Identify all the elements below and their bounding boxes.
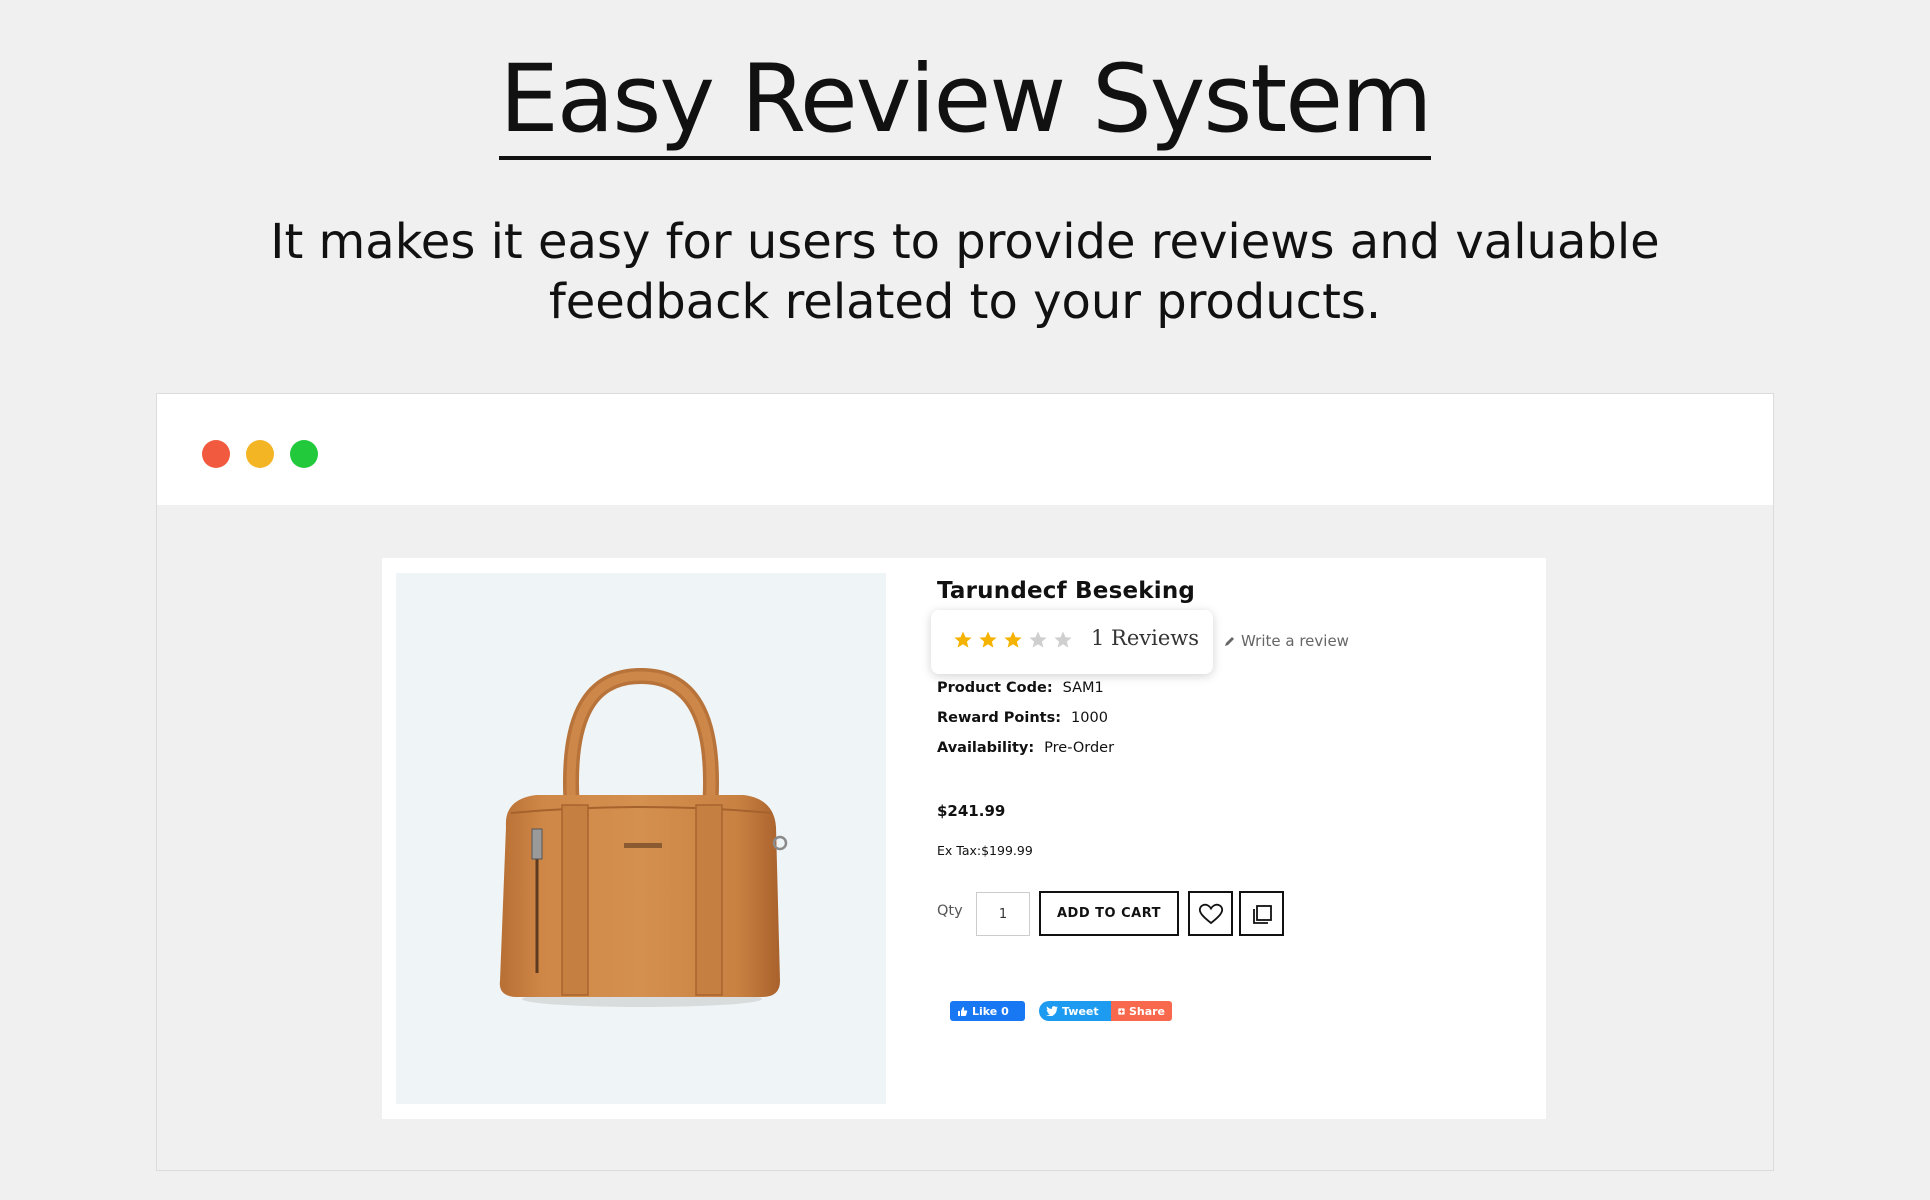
window-maximize-button[interactable] — [290, 440, 318, 468]
thumbs-up-icon — [958, 1006, 968, 1016]
window-close-button[interactable] — [202, 440, 230, 468]
hero-subtitle: It makes it easy for users to provide re… — [0, 212, 1930, 332]
spec-label: Product Code: — [937, 680, 1053, 696]
product-image[interactable] — [396, 573, 886, 1104]
heart-icon — [1198, 903, 1223, 924]
hero-subtitle-line2: feedback related to your products. — [548, 274, 1382, 330]
spec-value: 1000 — [1071, 710, 1108, 726]
compare-icon — [1252, 904, 1272, 924]
product-title: Tarundecf Beseking — [937, 578, 1196, 604]
rating-popup: 1 Reviews — [931, 610, 1213, 674]
add-to-cart-button[interactable]: ADD TO CART — [1039, 891, 1179, 936]
facebook-like-label: Like 0 — [972, 1004, 1009, 1018]
star-rating[interactable] — [953, 630, 1073, 650]
product-info: Tarundecf Beseking 1 Reviews Write a rev… — [931, 558, 1537, 1119]
write-review-link[interactable]: Write a review — [1223, 632, 1349, 650]
tweet-label: Tweet — [1062, 1004, 1099, 1018]
tweet-button[interactable]: Tweet — [1039, 1001, 1111, 1021]
share-label: Share — [1128, 1004, 1165, 1018]
star-filled-icon — [1004, 631, 1022, 648]
product-price: $241.99 — [937, 802, 1006, 820]
star-filled-icon — [979, 631, 997, 648]
twitter-bird-icon — [1046, 1006, 1058, 1016]
window-titlebar — [157, 394, 1773, 505]
compare-button[interactable] — [1239, 891, 1284, 936]
ex-tax-price: Ex Tax:$199.99 — [937, 843, 1033, 858]
hero-subtitle-line1: It makes it easy for users to provide re… — [270, 214, 1660, 270]
spec-label: Reward Points: — [937, 710, 1062, 726]
hero-title: Easy Review System — [499, 46, 1433, 160]
plus-square-icon — [1118, 1007, 1125, 1015]
star-empty-icon — [1029, 631, 1047, 648]
product-card: Tarundecf Beseking 1 Reviews Write a rev… — [382, 558, 1546, 1119]
share-button[interactable]: Share — [1111, 1001, 1172, 1021]
spec-value: SAM1 — [1062, 680, 1104, 696]
browser-window: Tarundecf Beseking 1 Reviews Write a rev… — [156, 393, 1774, 1171]
spec-label: Availability: — [937, 740, 1035, 756]
window-minimize-button[interactable] — [246, 440, 274, 468]
qty-input[interactable] — [976, 892, 1030, 936]
facebook-like-button[interactable]: Like 0 — [950, 1001, 1025, 1021]
reviews-count-link[interactable]: 1 Reviews — [1091, 626, 1199, 650]
star-filled-icon — [954, 631, 972, 648]
hero-title-wrap: Easy Review System — [0, 46, 1930, 160]
qty-label: Qty — [937, 903, 963, 919]
spec-product-code: Product Code: SAM1 — [937, 680, 1104, 696]
spec-availability: Availability: Pre-Order — [937, 740, 1114, 756]
spec-value: Pre-Order — [1044, 740, 1115, 756]
spec-reward-points: Reward Points: 1000 — [937, 710, 1108, 726]
handbag-image — [499, 667, 788, 1007]
write-review-label: Write a review — [1241, 632, 1349, 650]
pencil-icon — [1225, 636, 1234, 646]
wishlist-button[interactable] — [1188, 891, 1233, 936]
star-empty-icon — [1054, 631, 1072, 648]
